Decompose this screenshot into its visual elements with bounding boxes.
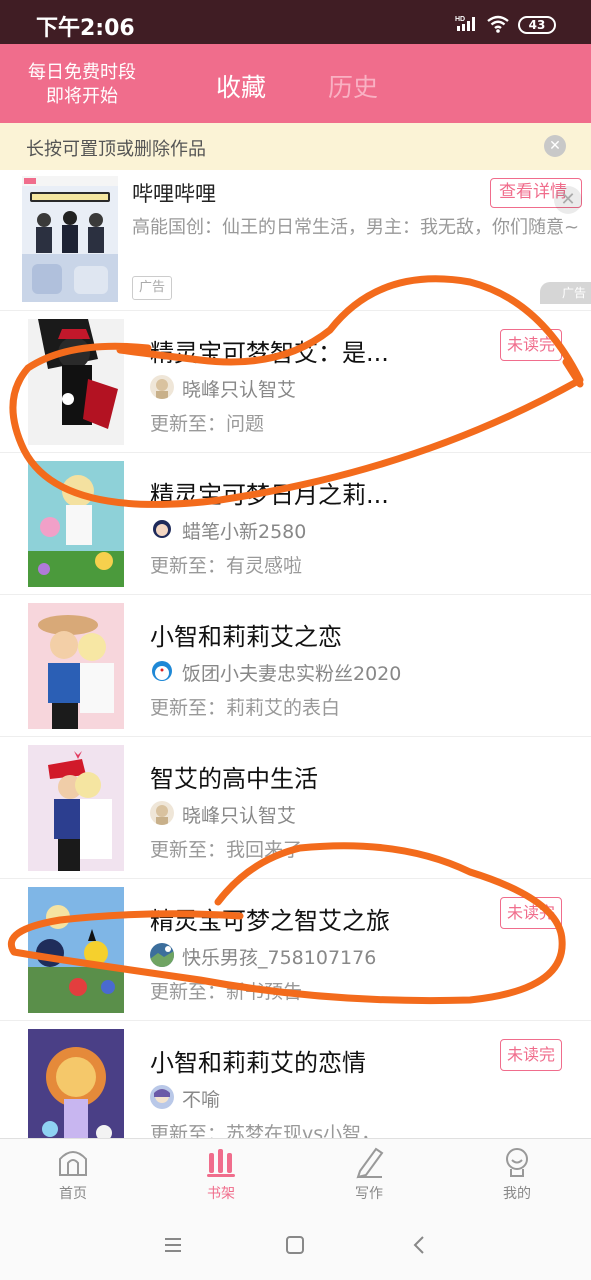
book-cover xyxy=(28,1029,124,1155)
book-author: 晓峰只认智艾 xyxy=(182,805,297,827)
book-update: 更新至：问题 xyxy=(150,413,265,435)
book-update: 更新至：我回来了 xyxy=(150,839,303,861)
free-period-line2: 即将开始 xyxy=(46,86,118,107)
top-bar: 每日免费时段 即将开始 收藏 历史 xyxy=(0,44,591,123)
tab-bookshelf-label: 书架 xyxy=(207,1186,235,1202)
free-period-banner[interactable]: 每日免费时段 即将开始 xyxy=(18,61,146,109)
ad-close-icon[interactable]: ✕ xyxy=(554,186,582,214)
home-square-icon[interactable] xyxy=(284,1234,306,1256)
tab-write[interactable]: 写作 xyxy=(324,1145,414,1203)
menu-icon[interactable] xyxy=(162,1234,184,1256)
book-cover xyxy=(28,461,124,587)
hd-label: HD xyxy=(455,16,465,23)
book-title: 精灵宝可梦之智艾之旅 xyxy=(150,907,390,935)
back-icon[interactable] xyxy=(408,1234,430,1256)
wifi-icon xyxy=(487,15,509,33)
status-bar: 下午2:06 HD 43 xyxy=(0,0,591,44)
book-author: 蜡笔小新2580 xyxy=(182,521,307,543)
tab-write-label: 写作 xyxy=(355,1186,383,1202)
author-avatar xyxy=(150,375,174,399)
author-avatar xyxy=(150,517,174,541)
pen-icon xyxy=(356,1147,384,1179)
status-time: 下午2:06 xyxy=(36,16,135,41)
tab-favorites[interactable]: 收藏 xyxy=(216,68,266,104)
list-item[interactable]: 智艾的高中生活 晓峰只认智艾 更新至：我回来了 xyxy=(0,736,591,878)
list-item[interactable]: 精灵宝可梦之智艾之旅 快乐男孩_758107176 更新至：新书预告 未读完 xyxy=(0,878,591,1020)
book-author: 快乐男孩_758107176 xyxy=(182,947,377,969)
tab-home[interactable]: 首页 xyxy=(28,1145,118,1203)
book-title: 精灵宝可梦智艾：是... xyxy=(150,339,389,367)
book-author: 饭团小夫妻忠实粉丝2020 xyxy=(182,663,402,685)
list-item[interactable]: 精灵宝可梦日月之莉... 蜡笔小新2580 更新至：有灵感啦 xyxy=(0,452,591,594)
book-title: 小智和莉莉艾的恋情 xyxy=(150,1049,366,1077)
book-cover xyxy=(28,319,124,445)
ad-thumbnail xyxy=(22,176,118,302)
bookshelf-icon xyxy=(207,1149,235,1177)
profile-icon xyxy=(506,1148,528,1177)
list-item[interactable]: 小智和莉莉艾之恋 饭团小夫妻忠实粉丝2020 更新至：莉莉艾的表白 xyxy=(0,594,591,736)
tab-home-label: 首页 xyxy=(59,1186,87,1202)
tab-history[interactable]: 历史 xyxy=(328,68,378,104)
author-avatar xyxy=(150,801,174,825)
book-author: 不喻 xyxy=(182,1089,221,1111)
tab-profile-label: 我的 xyxy=(503,1186,531,1202)
ad-mark-label: 广告 xyxy=(562,286,587,300)
author-avatar xyxy=(150,943,174,967)
tab-profile[interactable]: 我的 xyxy=(472,1145,562,1203)
unread-badge: 未读完 xyxy=(500,897,562,929)
notice-close-icon[interactable]: ✕ xyxy=(544,135,566,157)
book-author: 晓峰只认智艾 xyxy=(182,379,297,401)
notice-bar: 长按可置顶或删除作品 ✕ xyxy=(0,123,591,170)
signal-icon: HD xyxy=(455,16,475,31)
battery-icon: 43 xyxy=(518,16,556,34)
bottom-tab-bar: 首页 书架 写作 我的 xyxy=(0,1138,591,1210)
book-update: 更新至：新书预告 xyxy=(150,981,303,1003)
unread-badge: 未读完 xyxy=(500,1039,562,1071)
ad-mark: 广告 xyxy=(540,282,591,304)
ad-title: 哔哩哔哩 xyxy=(132,182,216,206)
free-period-line1: 每日免费时段 xyxy=(28,62,136,83)
ad-description: 高能国创：仙王的日常生活，男主：我无敌，你们随意~ xyxy=(132,217,580,238)
book-update: 更新至：莉莉艾的表白 xyxy=(150,697,341,719)
book-cover xyxy=(28,745,124,871)
tab-bookshelf[interactable]: 书架 xyxy=(176,1145,266,1203)
book-cover xyxy=(28,603,124,729)
book-title: 小智和莉莉艾之恋 xyxy=(150,623,342,651)
book-cover xyxy=(28,887,124,1013)
ad-tag: 广告 xyxy=(132,276,173,300)
author-avatar xyxy=(150,659,174,683)
book-update: 更新至：有灵感啦 xyxy=(150,555,303,577)
home-icon xyxy=(59,1151,87,1176)
list-item[interactable]: 精灵宝可梦智艾：是... 晓峰只认智艾 更新至：问题 未读完 xyxy=(0,310,591,452)
notice-text: 长按可置顶或删除作品 xyxy=(26,139,206,160)
unread-badge: 未读完 xyxy=(500,329,562,361)
author-avatar xyxy=(150,1085,174,1109)
ad-card[interactable]: 哔哩哔哩 高能国创：仙王的日常生活，男主：我无敌，你们随意~ 广告 查看详情 ✕… xyxy=(0,170,591,310)
book-title: 精灵宝可梦日月之莉... xyxy=(150,481,389,509)
book-title: 智艾的高中生活 xyxy=(150,765,318,793)
system-nav-bar xyxy=(0,1210,591,1280)
